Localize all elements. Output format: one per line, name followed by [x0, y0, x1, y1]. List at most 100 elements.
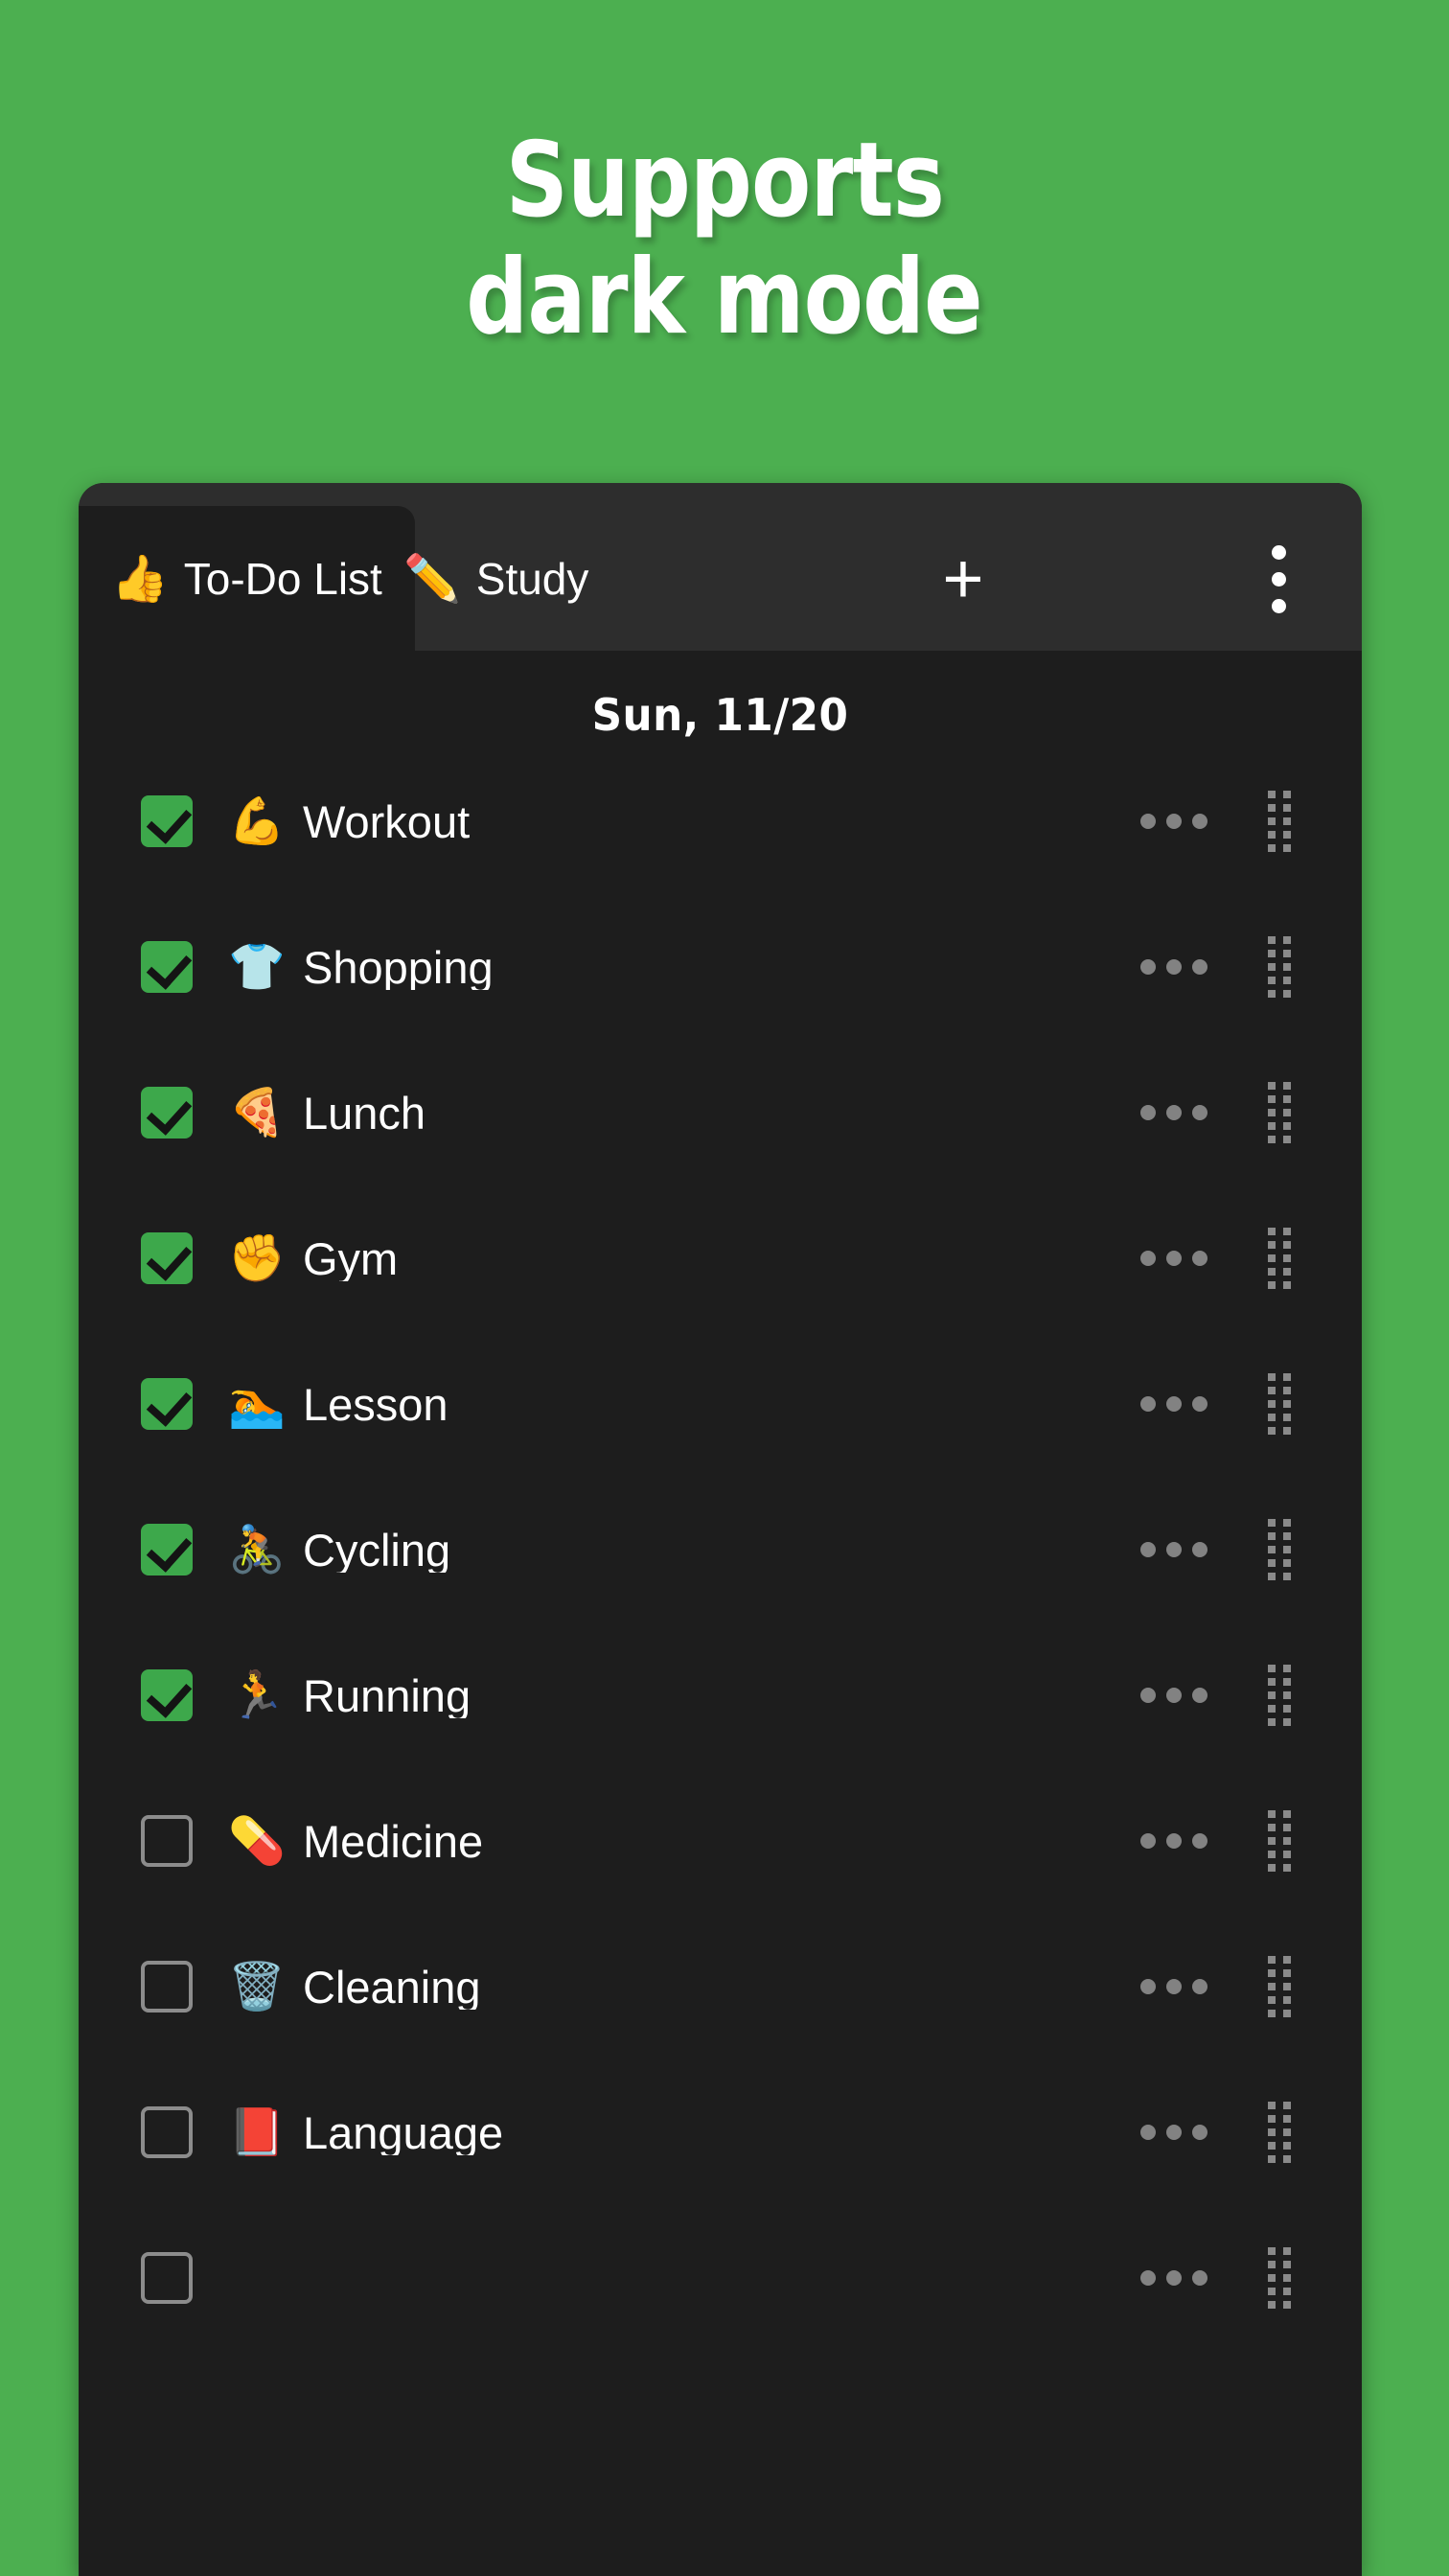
task-drag-handle-icon[interactable] — [1251, 1807, 1308, 1874]
drag-dot-row — [1268, 2301, 1291, 2309]
task-label: Cycling — [303, 1527, 451, 1573]
task-drag-handle-icon[interactable] — [1251, 1662, 1308, 1729]
checkbox-checked[interactable] — [141, 1232, 193, 1284]
task-drag-handle-icon[interactable] — [1251, 1370, 1308, 1438]
pencil-icon: ✏️ — [403, 551, 461, 606]
drag-dot — [1283, 1254, 1291, 1262]
drag-dot — [1283, 1373, 1291, 1381]
drag-dot — [1268, 1519, 1276, 1527]
task-more-options-icon[interactable] — [1128, 2249, 1220, 2307]
checkbox-checked[interactable] — [141, 1524, 193, 1576]
task-row[interactable]: 🏊 Lesson — [79, 1362, 1362, 1446]
drag-dot — [1283, 1983, 1291, 1990]
task-list: 💪 Workout 👕 Shopping 🍕 Lunch ✊ Gym 🏊 Lesson 🚴 Cycli… — [79, 779, 1362, 2320]
tab-study[interactable]: ✏️ Study — [371, 506, 621, 651]
drag-dot — [1268, 2155, 1276, 2163]
task-more-options-icon[interactable] — [1128, 1958, 1220, 2015]
drag-dot-row — [1268, 2247, 1291, 2255]
task-row[interactable]: ✊ Gym — [79, 1216, 1362, 1300]
checkbox-checked[interactable] — [141, 795, 193, 847]
task-row[interactable]: 🚴 Cycling — [79, 1507, 1362, 1592]
task-emoji-icon: 🗑️ — [228, 1960, 286, 2013]
drag-dot-row — [1268, 2142, 1291, 2150]
drag-dot-row — [1268, 844, 1291, 852]
drag-dot — [1283, 963, 1291, 971]
drag-dot — [1283, 1387, 1291, 1394]
drag-dot — [1283, 1414, 1291, 1421]
drag-dot — [1268, 1678, 1276, 1686]
checkbox-checked[interactable] — [141, 1378, 193, 1430]
task-drag-handle-icon[interactable] — [1251, 788, 1308, 855]
task-more-options-icon[interactable] — [1128, 1667, 1220, 1724]
drag-dot-row — [1268, 1573, 1291, 1580]
task-drag-handle-icon[interactable] — [1251, 1079, 1308, 1146]
task-row[interactable]: 📕 Language — [79, 2090, 1362, 2174]
drag-dot-row — [1268, 1824, 1291, 1831]
drag-dot-row — [1268, 1969, 1291, 1977]
checkbox-unchecked[interactable] — [141, 1815, 193, 1867]
task-more-options-icon[interactable] — [1128, 1521, 1220, 1578]
drag-dot — [1268, 1532, 1276, 1540]
drag-dot — [1268, 1387, 1276, 1394]
task-label: Cleaning — [303, 1964, 481, 2010]
checkbox-unchecked[interactable] — [141, 2252, 193, 2304]
drag-dot-row — [1268, 1427, 1291, 1435]
drag-dot — [1283, 1546, 1291, 1553]
checkbox-checked[interactable] — [141, 1669, 193, 1721]
drag-dot — [1283, 2261, 1291, 2268]
drag-dot-row — [1268, 950, 1291, 957]
task-more-options-icon[interactable] — [1128, 1812, 1220, 1870]
task-more-options-icon[interactable] — [1128, 1230, 1220, 1287]
drag-dot-row — [1268, 1109, 1291, 1116]
drag-dot-row — [1268, 831, 1291, 839]
task-row[interactable]: 💪 Workout — [79, 779, 1362, 863]
task-more-options-icon[interactable] — [1128, 1084, 1220, 1141]
more-dot-3 — [1192, 1251, 1208, 1266]
task-drag-handle-icon[interactable] — [1251, 1953, 1308, 2020]
drag-dot-row — [1268, 1373, 1291, 1381]
overflow-menu-icon[interactable] — [1247, 533, 1310, 625]
drag-dot-row — [1268, 1837, 1291, 1845]
drag-dot — [1283, 1559, 1291, 1567]
task-emoji-icon: 🚴 — [228, 1523, 286, 1576]
more-dot-3 — [1192, 959, 1208, 975]
task-row[interactable]: 🏃 Running — [79, 1653, 1362, 1737]
task-more-options-icon[interactable] — [1128, 2104, 1220, 2161]
drag-dot — [1268, 844, 1276, 852]
checkbox-unchecked[interactable] — [141, 1961, 193, 2012]
task-row[interactable]: 🗑️ Cleaning — [79, 1944, 1362, 2029]
drag-dot-row — [1268, 1956, 1291, 1964]
add-tab-button[interactable]: + — [896, 525, 1030, 632]
task-drag-handle-icon[interactable] — [1251, 1516, 1308, 1583]
task-row[interactable]: 💊 Medicine — [79, 1799, 1362, 1883]
task-more-options-icon[interactable] — [1128, 793, 1220, 850]
drag-dot-row — [1268, 1400, 1291, 1408]
task-more-options-icon[interactable] — [1128, 1375, 1220, 1433]
drag-dot-row — [1268, 1414, 1291, 1421]
task-drag-handle-icon[interactable] — [1251, 933, 1308, 1000]
task-row[interactable]: 🍕 Lunch — [79, 1070, 1362, 1155]
drag-dot — [1283, 817, 1291, 825]
checkbox-checked[interactable] — [141, 941, 193, 993]
task-label: Running — [303, 1672, 472, 1718]
task-drag-handle-icon[interactable] — [1251, 2244, 1308, 2312]
drag-dot — [1283, 2142, 1291, 2150]
task-drag-handle-icon[interactable] — [1251, 2099, 1308, 2166]
drag-dot — [1268, 2142, 1276, 2150]
drag-dot — [1283, 1122, 1291, 1130]
task-label: Gym — [303, 1235, 399, 1281]
drag-dot-row — [1268, 936, 1291, 944]
task-drag-handle-icon[interactable] — [1251, 1225, 1308, 1292]
drag-dot — [1268, 1956, 1276, 1964]
drag-dot — [1268, 1095, 1276, 1103]
task-row[interactable]: 👕 Shopping — [79, 925, 1362, 1009]
task-more-options-icon[interactable] — [1128, 938, 1220, 996]
promo-headline-line-2: dark mode — [466, 238, 983, 357]
task-row[interactable] — [79, 2236, 1362, 2320]
checkbox-checked[interactable] — [141, 1087, 193, 1138]
drag-dot — [1283, 990, 1291, 998]
tab-to-do-list[interactable]: 👍 To-Do List — [79, 506, 415, 651]
more-dot-2 — [1166, 1251, 1182, 1266]
drag-dot-row — [1268, 791, 1291, 798]
checkbox-unchecked[interactable] — [141, 2106, 193, 2158]
